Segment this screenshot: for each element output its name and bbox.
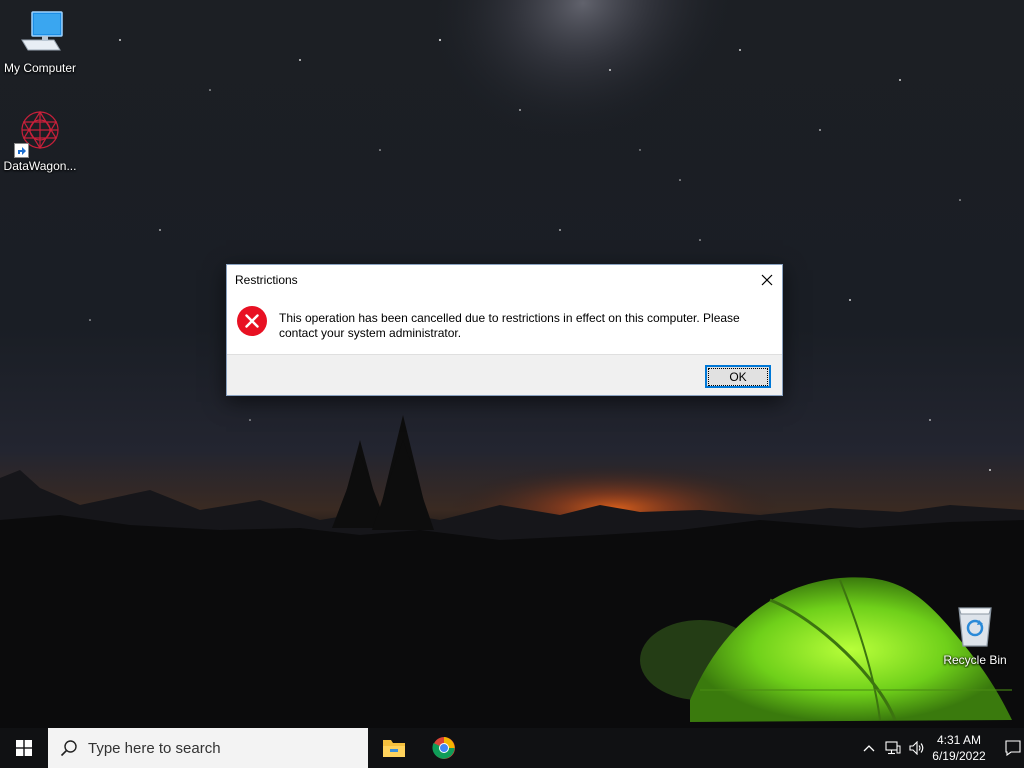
chrome-icon — [432, 737, 455, 759]
desktop-icon-datawagon[interactable]: DataWagon... — [0, 108, 80, 174]
datawagon-icon — [14, 108, 64, 158]
network-button[interactable] — [882, 728, 904, 768]
monitor-icon — [16, 10, 64, 58]
windows-logo-icon — [16, 740, 32, 756]
dialog-titlebar[interactable]: Restrictions — [227, 265, 782, 295]
dialog-body: This operation has been cancelled due to… — [227, 295, 782, 354]
desktop-icon-my-computer[interactable]: My Computer — [0, 10, 80, 76]
close-button[interactable] — [752, 265, 782, 295]
network-icon — [885, 741, 901, 755]
dialog-footer: OK — [227, 354, 782, 395]
dialog-title: Restrictions — [235, 273, 298, 287]
ok-button[interactable]: OK — [705, 365, 771, 388]
desktop-icon-label: DataWagon... — [3, 159, 77, 173]
search-placeholder: Type here to search — [88, 739, 221, 757]
error-icon — [237, 306, 267, 336]
start-button[interactable] — [0, 728, 48, 768]
restrictions-dialog: Restrictions This operation has been can… — [226, 264, 783, 396]
desktop-icon-label: My Computer — [3, 61, 77, 75]
system-tray: 4:31 AM 6/19/2022 — [824, 728, 1024, 768]
speaker-icon — [909, 741, 924, 755]
action-center-button[interactable] — [1002, 728, 1024, 768]
close-icon — [761, 274, 773, 286]
folder-icon — [383, 740, 405, 757]
taskbar-clock[interactable]: 4:31 AM 6/19/2022 — [924, 732, 994, 764]
dialog-message: This operation has been cancelled due to… — [279, 311, 740, 340]
taskbar-chrome[interactable] — [420, 728, 468, 768]
chevron-up-icon — [863, 745, 875, 752]
ok-button-label: OK — [708, 367, 768, 386]
recycle-bin-icon — [951, 602, 999, 650]
notification-icon — [1005, 740, 1021, 756]
shortcut-arrow-icon — [14, 143, 29, 158]
desktop-icon-label: Recycle Bin — [943, 653, 1007, 667]
clock-date: 6/19/2022 — [932, 749, 986, 763]
taskbar-file-explorer[interactable] — [370, 728, 418, 768]
desktop-icon-recycle-bin[interactable]: Recycle Bin — [935, 602, 1015, 668]
show-hidden-icons-button[interactable] — [858, 728, 880, 768]
search-icon — [60, 740, 77, 757]
taskbar: Type here to search 4:31 AM 6/19/2022 — [0, 728, 1024, 768]
clock-time: 4:31 AM — [936, 733, 982, 747]
taskbar-search-box[interactable]: Type here to search — [48, 728, 368, 768]
